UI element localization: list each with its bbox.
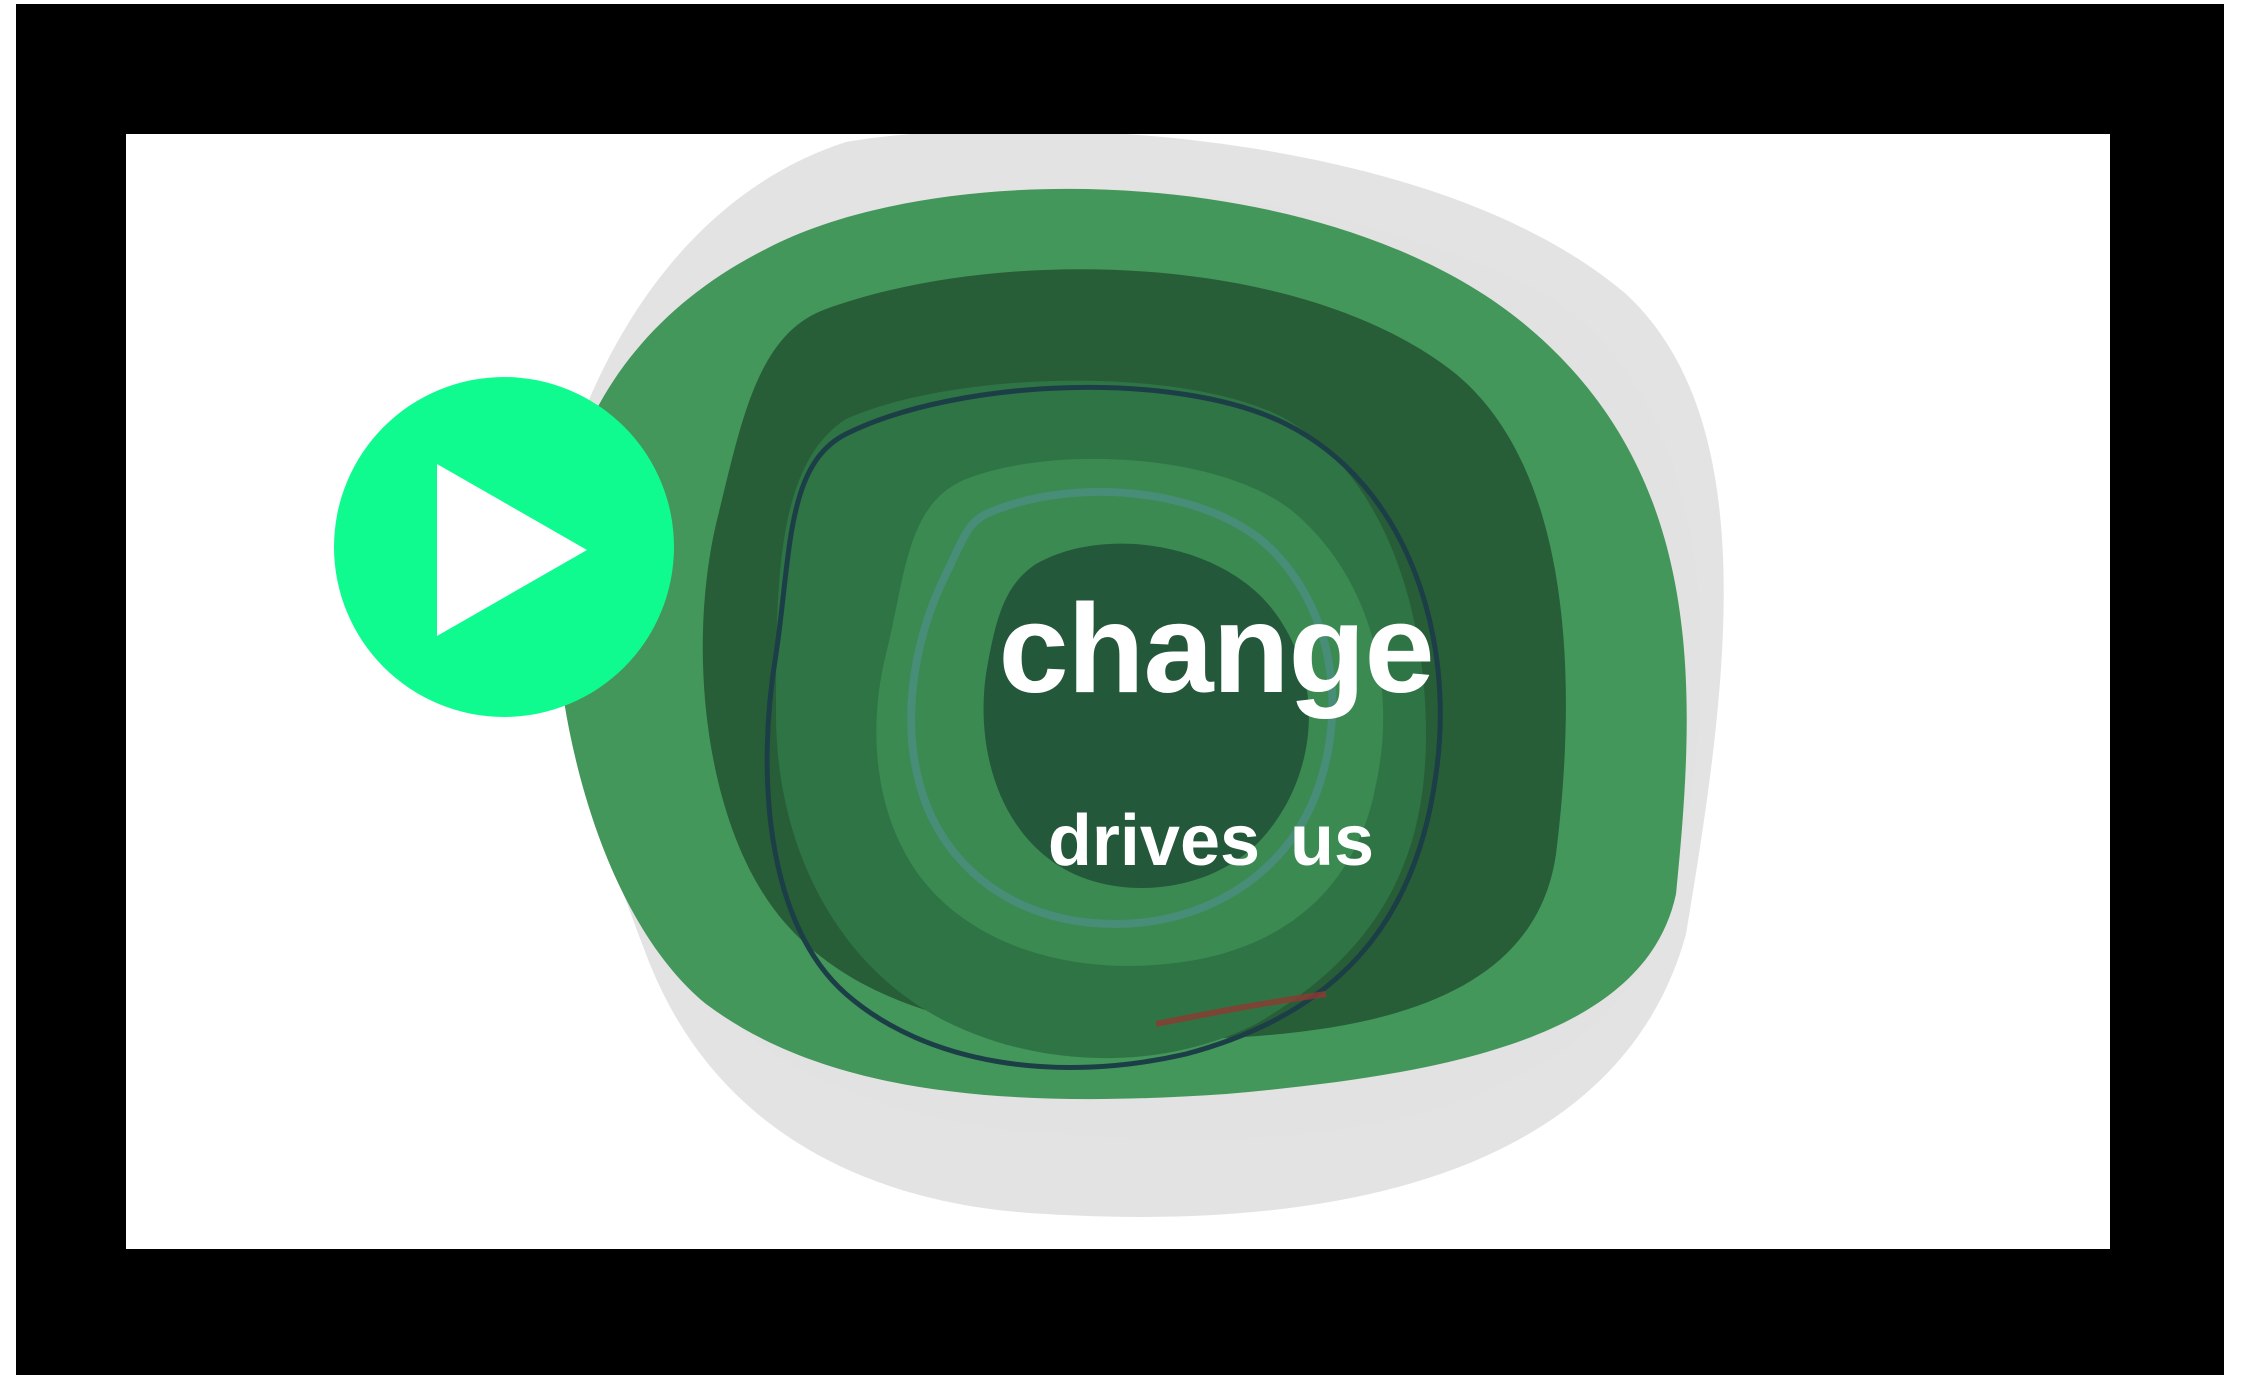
video-screen[interactable]: change drives us	[126, 134, 2110, 1249]
video-player[interactable]: change drives us	[16, 4, 2224, 1375]
play-icon	[437, 464, 587, 636]
headline-text: change	[998, 578, 1434, 719]
subline-text: drives us	[1047, 801, 1375, 881]
play-button[interactable]	[334, 377, 674, 717]
video-frame: change drives us	[0, 0, 2241, 1375]
